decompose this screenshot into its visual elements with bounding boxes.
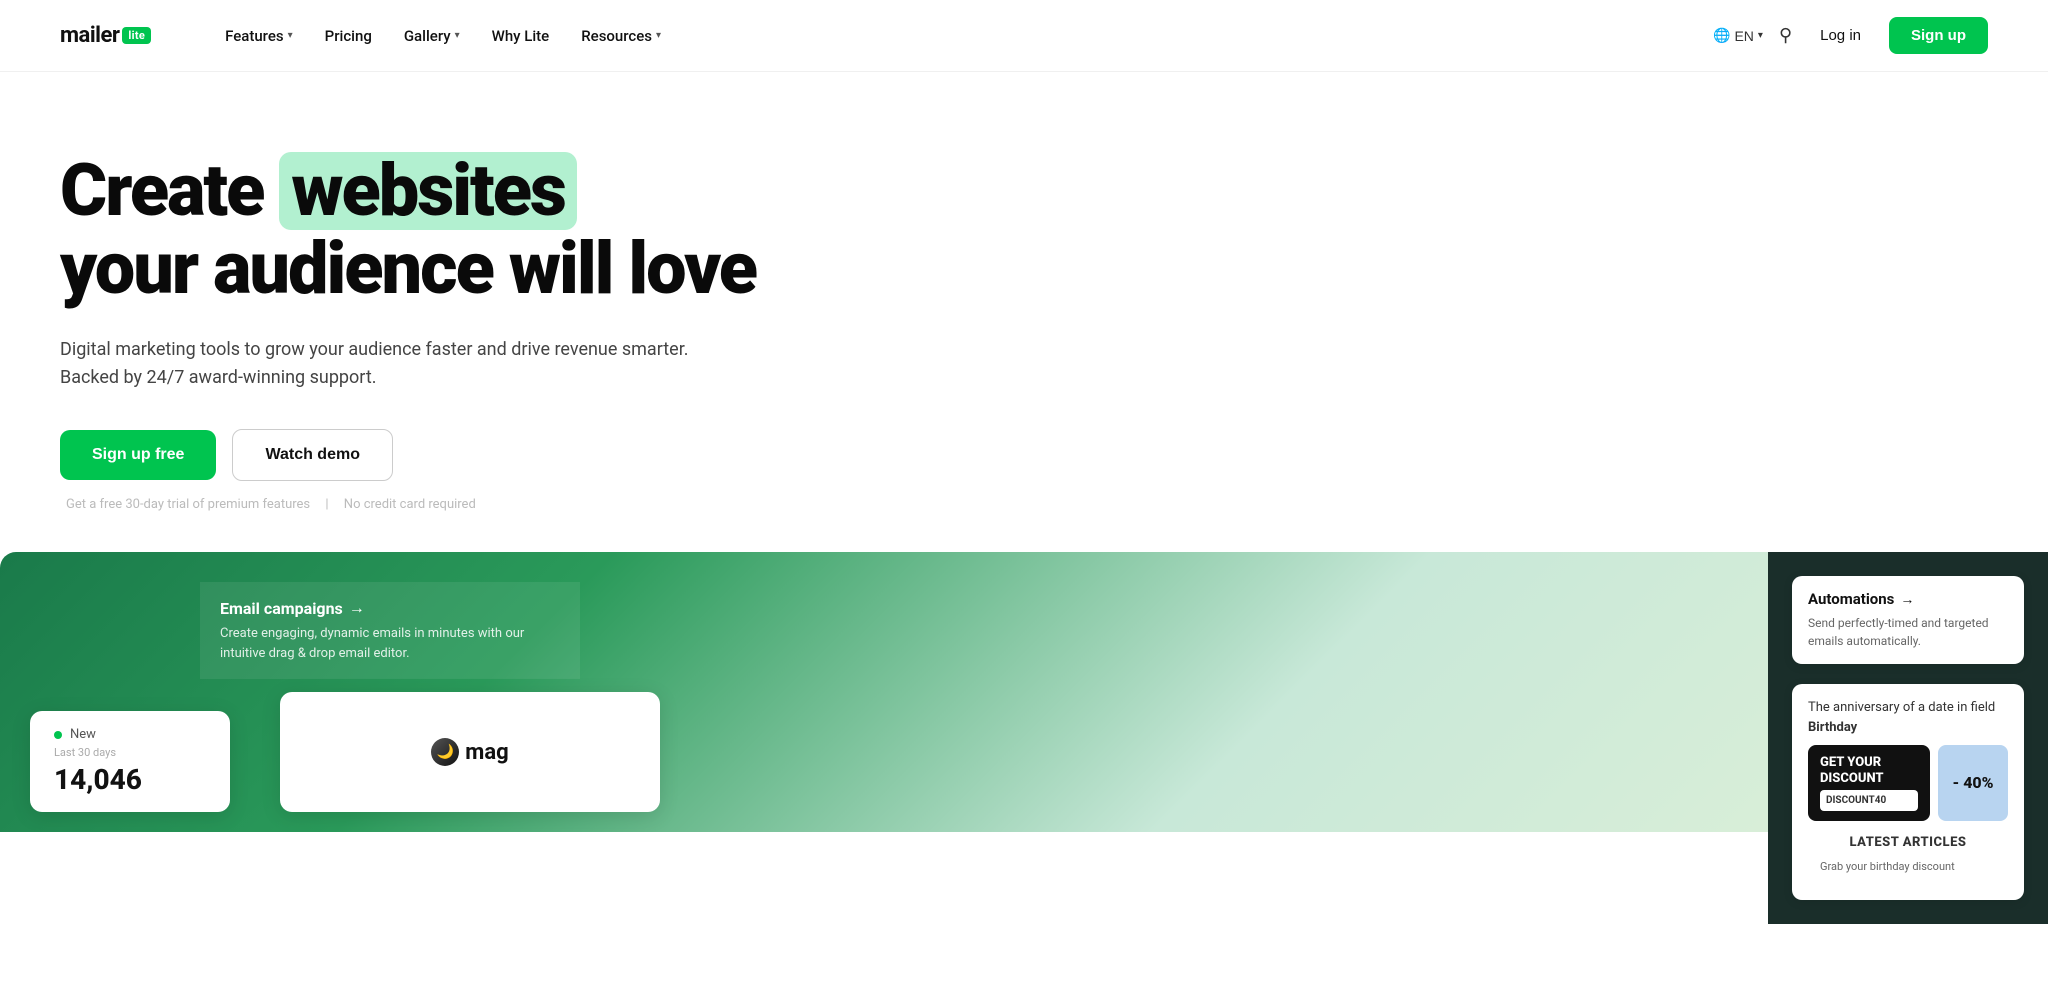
email-campaigns-title: Email campaigns →: [220, 598, 560, 618]
birthday-text: The anniversary of a date in field: [1808, 700, 1995, 715]
nav-item-pricing[interactable]: Pricing: [311, 19, 386, 53]
automations-arrow-icon: →: [1900, 591, 1914, 608]
chevron-down-icon: ▾: [288, 30, 293, 41]
birthday-trigger-card: The anniversary of a date in field Birth…: [1792, 684, 2024, 900]
nav-label-whylite: Why Lite: [492, 27, 550, 45]
chevron-down-icon-3: ▾: [656, 30, 661, 41]
promo-title: GET YOUR DISCOUNT: [1820, 755, 1918, 786]
chevron-down-icon-2: ▾: [455, 30, 460, 41]
hero-heading: Create websites your audience will love: [60, 152, 840, 308]
email-campaigns-card: Email campaigns → Create engaging, dynam…: [200, 582, 580, 679]
logo-text: mailer: [60, 23, 119, 48]
signup-button[interactable]: Sign up: [1889, 17, 1988, 54]
nav-links: Features ▾ Pricing Gallery ▾ Why Lite Re…: [211, 19, 1713, 53]
search-icon: ⚲: [1779, 25, 1792, 46]
nav-item-features[interactable]: Features ▾: [211, 19, 307, 53]
mag-logo-text: mag: [465, 740, 508, 765]
hero-note-part2: No credit card required: [344, 497, 476, 512]
hero-heading-line2: your audience will love: [60, 226, 756, 311]
language-selector[interactable]: 🌐 EN ▾: [1713, 27, 1763, 44]
articles-card: LATEST ARTICLES Grab your birthday disco…: [1808, 821, 2008, 886]
nav-item-resources[interactable]: Resources ▾: [567, 19, 675, 53]
stats-sublabel: Last 30 days: [54, 746, 206, 759]
email-campaigns-desc: Create engaging, dynamic emails in minut…: [220, 624, 560, 663]
articles-title: LATEST ARTICLES: [1820, 833, 1996, 853]
hero-note-separator: |: [325, 497, 328, 512]
logo[interactable]: mailer lite: [60, 23, 151, 48]
nav-actions: 🌐 EN ▾ ⚲ Log in Sign up: [1713, 17, 1988, 54]
mag-logo: 🌙 mag: [431, 738, 508, 766]
stats-label: New: [70, 727, 96, 742]
nav-item-gallery[interactable]: Gallery ▾: [390, 19, 474, 53]
stats-card-header: New: [54, 727, 206, 742]
nav-label-pricing: Pricing: [325, 27, 372, 45]
hero-heading-highlight: websites: [279, 152, 577, 230]
hero-note-part1: Get a free 30-day trial of premium featu…: [66, 497, 310, 512]
birthday-field-value: Birthday: [1808, 720, 1857, 735]
stats-number: 14,046: [54, 763, 206, 796]
automations-card: Automations → Send perfectly-timed and t…: [1792, 576, 2024, 664]
nav-item-whylite[interactable]: Why Lite: [478, 19, 564, 53]
globe-icon: 🌐: [1713, 27, 1730, 44]
articles-desc: Grab your birthday discount: [1820, 859, 1996, 874]
promo-dark-card: GET YOUR DISCOUNT DISCOUNT40: [1808, 745, 1930, 821]
right-panel: Automations → Send perfectly-timed and t…: [1768, 552, 2048, 924]
hero-visual: Email campaigns → Create engaging, dynam…: [0, 552, 1768, 832]
hero-subtitle: Digital marketing tools to grow your aud…: [60, 336, 710, 394]
lower-section: Email campaigns → Create engaging, dynam…: [0, 552, 2048, 924]
nav-label-gallery: Gallery: [404, 27, 451, 45]
hero-heading-plain: Create: [60, 148, 263, 233]
navbar: mailer lite Features ▾ Pricing Gallery ▾…: [0, 0, 2048, 72]
search-button[interactable]: ⚲: [1779, 25, 1792, 46]
lang-chevron-icon: ▾: [1758, 30, 1763, 41]
status-dot: [54, 731, 62, 739]
arrow-icon: →: [349, 598, 365, 618]
logo-badge: lite: [122, 27, 151, 44]
email-preview-card: 🌙 mag: [280, 692, 660, 812]
hero-buttons: Sign up free Watch demo: [60, 429, 840, 481]
stats-card: New Last 30 days 14,046: [30, 711, 230, 812]
watch-demo-button[interactable]: Watch demo: [232, 429, 393, 481]
lang-label: EN: [1734, 28, 1753, 44]
hero-section: Create websites your audience will love …: [0, 72, 900, 512]
hero-note: Get a free 30-day trial of premium featu…: [60, 497, 840, 512]
promo-discount-badge: - 40%: [1938, 745, 2008, 821]
promo-cards: GET YOUR DISCOUNT DISCOUNT40 - 40%: [1808, 745, 2008, 821]
nav-label-resources: Resources: [581, 27, 652, 45]
promo-code: DISCOUNT40: [1820, 790, 1918, 811]
automations-desc: Send perfectly-timed and targeted emails…: [1808, 614, 2008, 650]
login-button[interactable]: Log in: [1808, 19, 1873, 52]
signup-free-button[interactable]: Sign up free: [60, 430, 216, 480]
automations-title: Automations →: [1808, 590, 2008, 608]
nav-label-features: Features: [225, 27, 283, 45]
mag-icon: 🌙: [431, 738, 459, 766]
